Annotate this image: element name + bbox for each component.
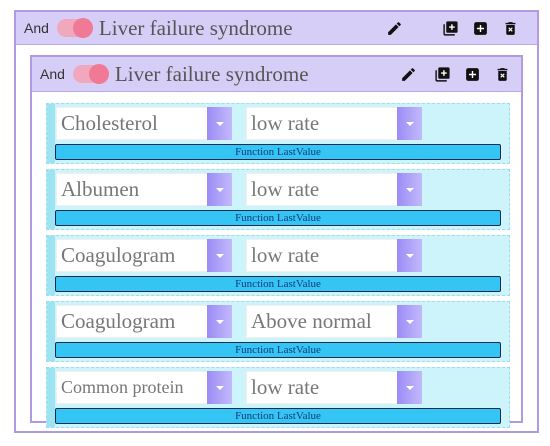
outer-condition-group: And Liver failure syndrome And Liver fai… (14, 10, 539, 433)
parameter-select[interactable]: Coagulogram (56, 239, 232, 272)
condition-select[interactable]: low rate (246, 107, 422, 140)
pencil-icon[interactable] (399, 65, 417, 83)
condition-row: Coagulogram low rate Function LastValue (46, 235, 510, 296)
parameter-select[interactable]: Common protein (56, 371, 232, 404)
row-drag-handle[interactable] (47, 236, 55, 295)
inner-toolbar (387, 57, 511, 91)
condition-row: Coagulogram Above normal Function LastVa… (46, 301, 510, 362)
condition-row: Common protein low rate Function LastVal… (46, 367, 510, 428)
condition-select[interactable]: low rate (246, 239, 422, 272)
chevron-down-icon[interactable] (207, 305, 232, 338)
function-button[interactable]: Function LastValue (55, 210, 501, 226)
add-icon[interactable] (463, 65, 481, 83)
parameter-select[interactable]: Coagulogram (56, 305, 232, 338)
condition-select[interactable]: Above normal (246, 305, 422, 338)
row-drag-handle[interactable] (47, 104, 55, 163)
outer-group-title: Liver failure syndrome (98, 15, 293, 40)
inner-group-header: And Liver failure syndrome (32, 57, 521, 92)
chevron-down-icon[interactable] (397, 371, 422, 404)
parameter-value: Coagulogram (61, 243, 176, 267)
add-icon[interactable] (471, 19, 489, 37)
inner-operator-label[interactable]: And (40, 66, 65, 82)
add-group-icon[interactable] (433, 65, 451, 83)
outer-operator-label[interactable]: And (24, 20, 49, 36)
function-button[interactable]: Function LastValue (55, 342, 501, 358)
row-drag-handle[interactable] (47, 302, 55, 361)
chevron-down-icon[interactable] (207, 173, 232, 206)
inner-toggle[interactable] (72, 64, 109, 84)
parameter-value: Coagulogram (61, 309, 176, 333)
chevron-down-icon[interactable] (397, 107, 422, 140)
delete-icon[interactable] (501, 19, 519, 37)
parameter-value: Cholesterol (61, 111, 158, 135)
add-group-icon[interactable] (441, 19, 459, 37)
condition-value: low rate (251, 111, 320, 135)
outer-toolbar (373, 12, 519, 44)
inner-condition-group: And Liver failure syndrome Cholesterol l… (30, 55, 523, 428)
row-drag-handle[interactable] (47, 170, 55, 229)
chevron-down-icon[interactable] (207, 107, 232, 140)
condition-value: low rate (251, 375, 320, 399)
outer-toggle[interactable] (56, 18, 93, 38)
condition-row: Albumen low rate Function LastValue (46, 169, 510, 230)
condition-value: low rate (251, 243, 320, 267)
condition-select[interactable]: low rate (246, 173, 422, 206)
function-button[interactable]: Function LastValue (55, 408, 501, 424)
toggle-knob (72, 18, 93, 38)
chevron-down-icon[interactable] (207, 371, 232, 404)
chevron-down-icon[interactable] (397, 173, 422, 206)
inner-group-title: Liver failure syndrome (114, 61, 309, 86)
row-drag-handle[interactable] (47, 368, 55, 427)
parameter-value: Albumen (61, 177, 140, 201)
chevron-down-icon[interactable] (397, 239, 422, 272)
parameter-select[interactable]: Cholesterol (56, 107, 232, 140)
parameter-select[interactable]: Albumen (56, 173, 232, 206)
function-button[interactable]: Function LastValue (55, 144, 501, 160)
pencil-icon[interactable] (385, 19, 403, 37)
chevron-down-icon[interactable] (207, 239, 232, 272)
condition-value: low rate (251, 177, 320, 201)
condition-select[interactable]: low rate (246, 371, 422, 404)
chevron-down-icon[interactable] (397, 305, 422, 338)
toggle-knob (88, 64, 109, 84)
parameter-value: Common protein (61, 377, 184, 397)
condition-row: Cholesterol low rate Function LastValue (46, 103, 510, 164)
condition-value: Above normal (251, 309, 372, 333)
function-button[interactable]: Function LastValue (55, 276, 501, 292)
delete-icon[interactable] (493, 65, 511, 83)
outer-group-header: And Liver failure syndrome (16, 12, 537, 45)
